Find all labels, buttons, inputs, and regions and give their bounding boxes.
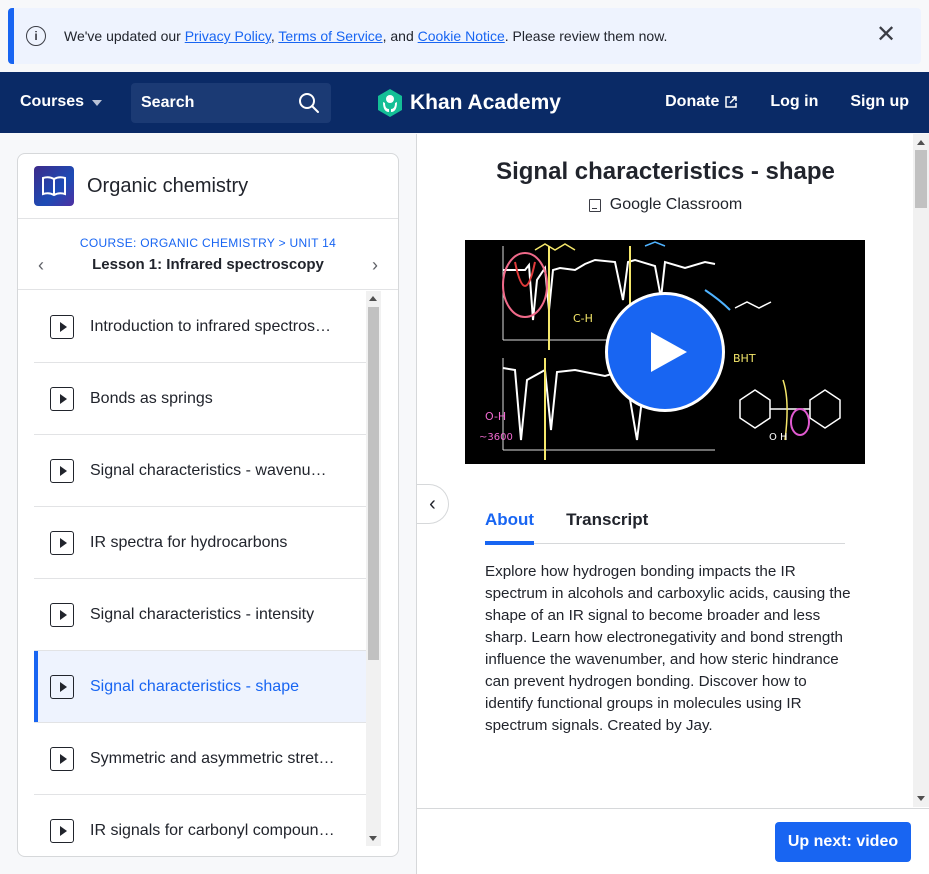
lesson-item[interactable]: Signal characteristics - intensity — [34, 579, 366, 651]
terms-of-service-link[interactable]: Terms of Service — [278, 28, 382, 44]
search-input[interactable]: Search — [131, 83, 331, 123]
breadcrumb[interactable]: COURSE: ORGANIC CHEMISTRY > UNIT 14 — [18, 236, 398, 250]
notice-banner: i We've updated our Privacy Policy, Term… — [8, 8, 921, 64]
top-navbar: Courses Search Khan Academy Donate Log i… — [0, 72, 929, 133]
play-icon — [50, 674, 74, 699]
book-icon — [34, 166, 74, 206]
lesson-item[interactable]: IR spectra for hydrocarbons — [34, 507, 366, 579]
svg-text:C-H: C-H — [573, 312, 593, 325]
lesson-navigator: ‹ COURSE: ORGANIC CHEMISTRY > UNIT 14 Le… — [18, 219, 398, 290]
lesson-item[interactable]: Symmetric and asymmetric stretching — [34, 723, 366, 795]
khan-academy-logo[interactable]: Khan Academy — [376, 88, 561, 118]
chevron-down-icon — [92, 100, 103, 106]
scroll-up-arrow[interactable] — [369, 296, 377, 301]
course-header[interactable]: Organic chemistry — [18, 154, 398, 219]
scrollbar-thumb[interactable] — [915, 150, 927, 208]
tab-transcript[interactable]: Transcript — [566, 510, 648, 544]
svg-text:O H: O H — [769, 432, 788, 443]
svg-text:~3600: ~3600 — [479, 432, 513, 443]
svg-text:BHT: BHT — [733, 352, 756, 365]
notice-text: We've updated our Privacy Policy, Terms … — [64, 28, 667, 44]
lesson-item-label: Introduction to infrared spectroscopy — [90, 317, 335, 335]
scroll-down-arrow[interactable] — [369, 836, 377, 841]
lesson-item-label: Signal characteristics - intensity — [90, 605, 315, 623]
svg-text:O-H: O-H — [485, 410, 506, 423]
notice-suffix: . Please review them now. — [504, 28, 668, 44]
lesson-item-label: Signal characteristics - wavenumber — [90, 461, 335, 479]
lesson-item[interactable]: Bonds as springs — [34, 363, 366, 435]
play-icon — [50, 386, 74, 411]
google-classroom-label: Google Classroom — [609, 196, 743, 213]
search-icon[interactable] — [293, 87, 325, 119]
info-icon: i — [26, 26, 46, 46]
login-button[interactable]: Log in — [770, 93, 818, 111]
lesson-item[interactable]: Signal characteristics - shape — [34, 651, 366, 723]
play-icon — [651, 332, 687, 372]
page-title: Signal characteristics - shape — [496, 158, 835, 185]
notice-prefix: We've updated our — [64, 28, 185, 44]
lesson-item-label: IR spectra for hydrocarbons — [90, 533, 288, 551]
lesson-title: Lesson 1: Infrared spectroscopy — [92, 256, 324, 273]
lesson-list: Introduction to infrared spectroscopy Bon… — [34, 291, 366, 856]
khan-academy-logo-icon — [378, 89, 402, 117]
courses-label: Courses — [20, 93, 85, 110]
lesson-item-label: Symmetric and asymmetric stretching — [90, 749, 335, 767]
notice-sep: , and — [382, 28, 418, 44]
course-sidebar: Organic chemistry ‹ COURSE: ORGANIC CHEM… — [17, 153, 399, 857]
scrollbar-thumb[interactable] — [368, 307, 379, 660]
scroll-up-arrow[interactable] — [917, 140, 925, 145]
play-icon — [50, 314, 74, 339]
up-next-button[interactable]: Up next: video — [775, 822, 911, 862]
play-button[interactable] — [605, 292, 725, 412]
collapse-sidebar-button[interactable]: ‹ — [417, 484, 449, 524]
about-description: Explore how hydrogen bonding impacts the… — [485, 563, 851, 734]
course-title[interactable]: Organic chemistry — [87, 175, 248, 198]
lesson-item-label: IR signals for carbonyl compounds — [90, 821, 335, 839]
lesson-item[interactable]: IR signals for carbonyl compounds — [34, 795, 366, 856]
tab-about[interactable]: About — [485, 510, 535, 545]
external-link-icon — [725, 96, 738, 108]
play-icon — [50, 602, 74, 627]
chevron-left-icon: ‹ — [429, 492, 436, 515]
nav-actions: Donate Log in Sign up — [665, 93, 909, 111]
lesson-item[interactable]: Signal characteristics - wavenumber — [34, 435, 366, 507]
google-classroom-button[interactable]: Google Classroom — [417, 196, 914, 214]
courses-menu-button[interactable]: Courses — [20, 93, 103, 111]
chevron-right-icon[interactable]: › — [372, 255, 378, 276]
privacy-policy-link[interactable]: Privacy Policy — [185, 28, 271, 44]
lesson-item-label: Bonds as springs — [90, 389, 213, 407]
content-scrollbar[interactable] — [913, 134, 929, 807]
donate-label: Donate — [665, 93, 720, 110]
cookie-notice-link[interactable]: Cookie Notice — [418, 28, 505, 44]
logo-text: Khan Academy — [410, 91, 561, 114]
video-player[interactable]: C-H O-H ~3600 BHT O H — [465, 240, 865, 464]
content-footer: Up next: video — [417, 808, 929, 874]
play-icon — [50, 746, 74, 771]
play-icon — [50, 458, 74, 483]
content-tabs: About Transcript — [485, 510, 845, 545]
donate-link[interactable]: Donate — [665, 93, 738, 111]
close-icon[interactable]: ✕ — [873, 23, 899, 49]
search-label: Search — [141, 94, 195, 111]
lesson-item[interactable]: Introduction to infrared spectroscopy — [34, 291, 366, 363]
play-icon — [50, 818, 74, 843]
lesson-item-label: Signal characteristics - shape — [90, 677, 299, 695]
signup-button[interactable]: Sign up — [850, 93, 909, 111]
google-classroom-icon — [588, 198, 601, 212]
sidebar-scrollbar[interactable] — [366, 291, 381, 846]
scroll-down-arrow[interactable] — [917, 796, 925, 801]
play-icon — [50, 530, 74, 555]
content-panel: Signal characteristics - shape Google Cl… — [416, 134, 929, 874]
